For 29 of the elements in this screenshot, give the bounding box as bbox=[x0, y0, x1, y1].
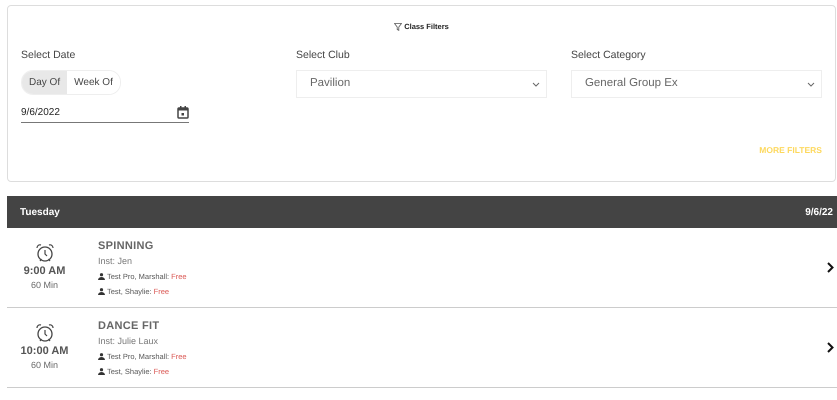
field-label: Select Club bbox=[296, 48, 351, 64]
instructor-name: Inst: Julie Laux bbox=[98, 334, 160, 348]
instructor-name: Inst: Jen bbox=[98, 254, 134, 268]
class-duration: 60 Min bbox=[30, 279, 59, 292]
chevron-right-icon[interactable] bbox=[827, 342, 834, 353]
alarm-clock-icon bbox=[34, 242, 54, 262]
class-time: 10:00 AM bbox=[20, 344, 70, 358]
class-time: 9:00 AM bbox=[22, 264, 66, 278]
filter-icon bbox=[394, 23, 402, 32]
day-name: Tuesday bbox=[20, 206, 60, 220]
person-icon bbox=[98, 353, 105, 360]
chevron-right-icon[interactable] bbox=[827, 262, 834, 273]
class-duration: 60 Min bbox=[30, 359, 59, 372]
person-icon bbox=[98, 368, 105, 375]
date-mode-tab[interactable]: Day Of bbox=[22, 71, 68, 94]
chevron-down-icon bbox=[806, 82, 815, 86]
field-label: Select Date bbox=[21, 48, 76, 64]
calendar-icon[interactable] bbox=[177, 106, 189, 119]
club-select[interactable]: Pavilion bbox=[296, 70, 547, 98]
category-select[interactable]: General Group Ex bbox=[570, 70, 822, 98]
date-field[interactable]: 9/6/2022 bbox=[21, 105, 189, 123]
field-label: Select Category bbox=[570, 48, 647, 64]
day-date: 9/6/22 bbox=[805, 206, 833, 220]
person-icon bbox=[98, 273, 105, 280]
class-name: SPINNING bbox=[98, 239, 155, 254]
class-name: DANCE FIT bbox=[98, 319, 160, 334]
chevron-down-icon bbox=[532, 82, 540, 86]
person-icon bbox=[98, 288, 105, 295]
alarm-clock-icon bbox=[34, 322, 54, 342]
